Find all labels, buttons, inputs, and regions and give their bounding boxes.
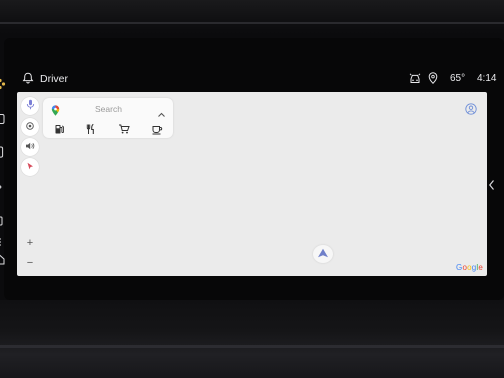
- outside-temperature: 65°: [450, 73, 466, 84]
- voice-button[interactable]: [21, 97, 39, 115]
- chevron-up-icon[interactable]: [157, 105, 166, 117]
- coffee-icon[interactable]: [151, 122, 163, 135]
- vehicle-icon[interactable]: [409, 73, 421, 84]
- zoom-out-button[interactable]: −: [19, 254, 41, 272]
- account-icon[interactable]: [465, 102, 477, 115]
- dashboard-seam: [0, 22, 504, 24]
- chevron-left-icon[interactable]: [488, 178, 495, 190]
- app-icon[interactable]: [0, 113, 7, 125]
- grocery-icon[interactable]: [118, 122, 130, 134]
- current-location-marker: [313, 245, 333, 263]
- media-icon[interactable]: [0, 236, 7, 248]
- settings-icon[interactable]: [0, 215, 7, 227]
- google-logo-text: Google: [456, 263, 484, 272]
- profile-name[interactable]: Driver: [40, 73, 68, 85]
- clock: 4:14: [477, 73, 497, 84]
- notification-bell-icon[interactable]: [22, 72, 34, 84]
- dashboard-bezel-top: [0, 0, 504, 34]
- report-button[interactable]: [21, 158, 39, 176]
- location-icon[interactable]: [428, 72, 438, 85]
- search-panel: Search: [43, 98, 173, 138]
- recenter-button[interactable]: [21, 118, 39, 136]
- home-icon[interactable]: [0, 253, 7, 265]
- navigation-arrow-icon: [317, 245, 329, 263]
- gas-station-icon[interactable]: [53, 122, 65, 134]
- audio-guidance-button[interactable]: [21, 138, 39, 156]
- microphone-icon: [26, 97, 35, 115]
- restaurant-icon[interactable]: [85, 122, 97, 134]
- status-bar: Driver 65° 4:14: [0, 70, 504, 88]
- zoom-in-button[interactable]: +: [19, 234, 41, 252]
- dots-logo-icon[interactable]: [0, 78, 7, 90]
- dashboard-bezel-bottom: [0, 300, 504, 378]
- search-input[interactable]: Search: [95, 104, 122, 114]
- volume-icon: [25, 138, 35, 156]
- google-attribution: Google: [456, 263, 483, 272]
- climate-icon[interactable]: [0, 181, 7, 193]
- target-icon: [25, 118, 35, 136]
- phone-icon[interactable]: [0, 146, 7, 158]
- dashboard-ridge: [0, 345, 504, 348]
- google-maps-pin-icon: [51, 103, 60, 116]
- pointer-icon: [25, 158, 35, 176]
